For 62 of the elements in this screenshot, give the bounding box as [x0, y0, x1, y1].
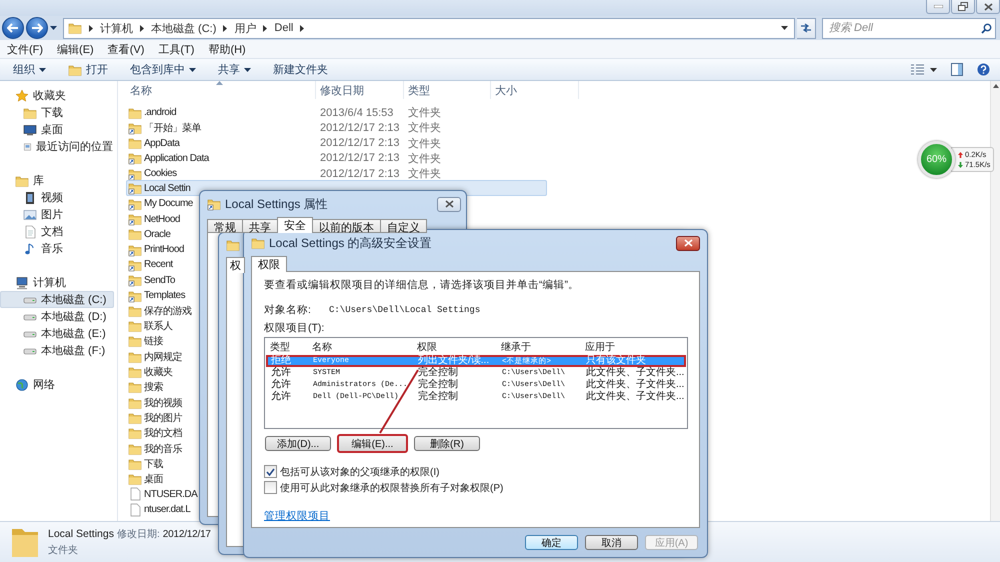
entries-label: 权限项目(T): — [264, 322, 326, 334]
file-name: PrintHood — [144, 244, 184, 256]
file-name: 搜索 — [144, 380, 163, 394]
file-name: AppData — [144, 138, 180, 149]
object-name-value: C:\Users\Dell\Local Settings — [329, 304, 480, 316]
entry-permission: 完全控制 — [418, 367, 459, 378]
file-type: 文件夹 — [407, 152, 442, 166]
file-name: 保存的游戏 — [144, 304, 192, 318]
file-name: Application Data — [144, 152, 209, 164]
dialog-title: Local Settings 属性 — [225, 196, 328, 212]
entry-permission: 完全控制 — [418, 391, 459, 403]
entry-applies-to: 此文件夹、子文件夹... — [586, 379, 686, 390]
modified-label: 修改日期: — [116, 528, 160, 541]
entry-permission: 列出文件夹/读... — [418, 355, 490, 366]
usage-gauge: 60% — [918, 141, 955, 178]
file-name: 我的文档 — [144, 426, 182, 440]
file-name: 「开始」菜单 — [144, 122, 201, 135]
file-date: 2013/6/4 15:53 — [319, 106, 394, 118]
file-name: Oracle — [144, 228, 170, 240]
file-name: SendTo — [144, 274, 175, 286]
checkbox-label: 使用可从此对象继承的权限替换所有子对象权限(P) — [280, 482, 504, 494]
file-name: Cookies — [144, 168, 177, 180]
file-type: 文件夹 — [407, 166, 442, 182]
file-name: 我的图片 — [144, 412, 182, 425]
file-name: NTUSER.DA — [144, 488, 198, 500]
file-date: 2012/12/17 2:13 — [319, 168, 401, 180]
file-name: 下载 — [144, 458, 163, 471]
file-type: 文件夹 — [407, 106, 442, 120]
entry-applies-to: 只有该文件夹 — [586, 355, 647, 366]
entry-type: 拒绝 — [271, 355, 292, 366]
instruction-text: 要查看或编辑权限项目的详细信息，请选择该项目并单击“编辑”。 — [264, 279, 580, 291]
file-name: ntuser.dat.L — [144, 504, 190, 516]
checkbox-label: 包括可从该对象的父项继承的权限(I) — [280, 466, 440, 478]
file-type: 文件夹 — [407, 136, 442, 151]
file-name: 联系人 — [144, 320, 172, 334]
item-name: Local Settings — [48, 528, 114, 540]
file-name: 桌面 — [144, 472, 163, 486]
file-name: 链接 — [144, 334, 163, 348]
file-name: 收藏夹 — [144, 366, 172, 380]
file-name: Templates — [144, 290, 186, 302]
file-name: My Docume — [144, 198, 193, 210]
file-name: 我的视频 — [144, 396, 182, 410]
file-name: .android — [144, 107, 176, 118]
entry-type: 允许 — [271, 367, 292, 378]
file-type: 文件夹 — [407, 120, 442, 136]
file-name: Recent — [144, 259, 173, 270]
entry-applies-to: 此文件夹、子文件夹... — [586, 391, 686, 403]
file-name: Local Settin — [144, 182, 190, 194]
entry-applies-to: 此文件夹、子文件夹... — [586, 367, 686, 378]
file-date: 2012/12/17 2:13 — [319, 122, 401, 134]
item-type: 文件夹 — [48, 544, 79, 557]
dialog-title: Local Settings 的高级安全设置 — [269, 234, 432, 252]
object-name-label: 对象名称: — [264, 304, 312, 316]
file-name: 我的音乐 — [144, 442, 182, 456]
entry-permission: 完全控制 — [418, 379, 459, 390]
file-name: NetHood — [144, 214, 180, 225]
entry-type: 允许 — [271, 391, 292, 403]
file-date: 2012/12/17 2:13 — [319, 152, 401, 164]
file-name: 内网规定 — [144, 350, 182, 364]
entry-type: 允许 — [271, 379, 292, 390]
modified-date: 2012/12/17 — [162, 529, 211, 540]
file-date: 2012/12/17 2:13 — [319, 137, 401, 150]
